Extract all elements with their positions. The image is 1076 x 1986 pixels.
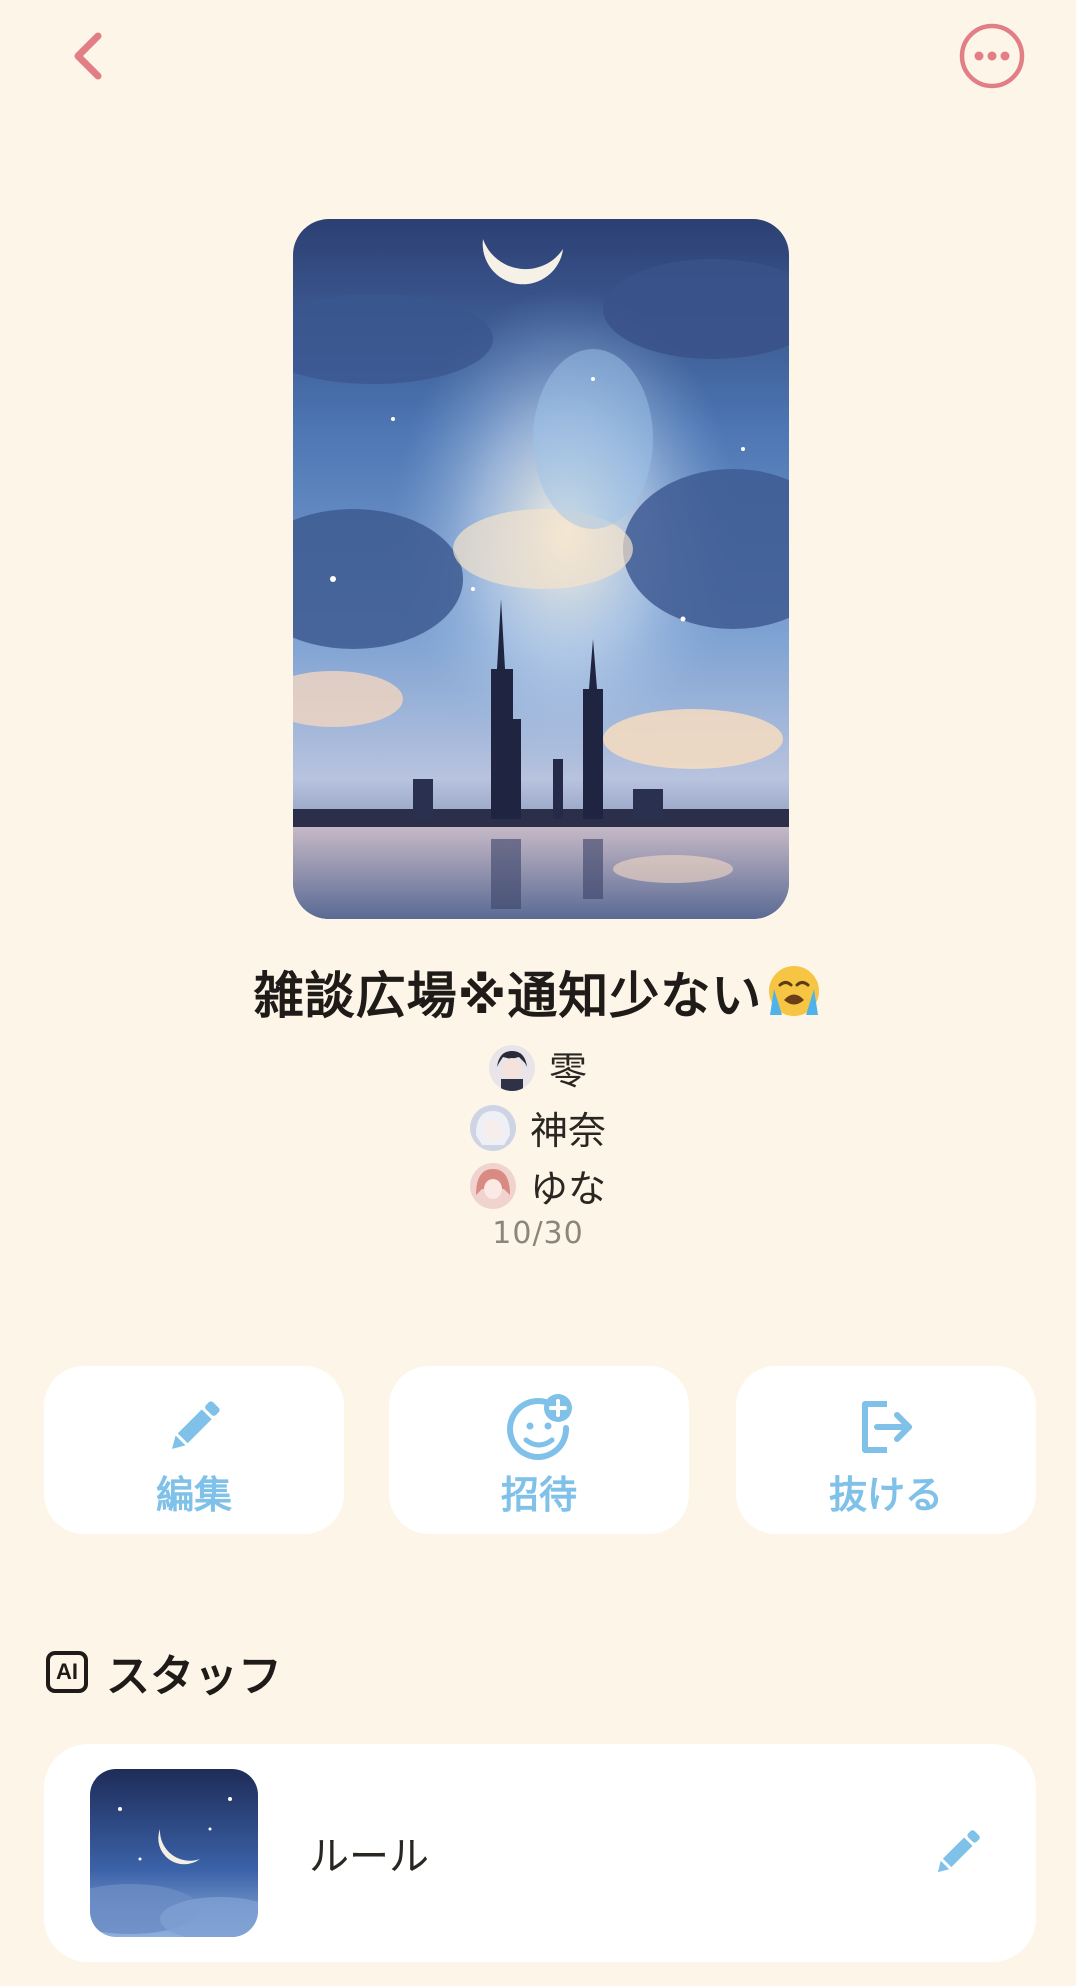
exit-icon	[862, 1401, 912, 1453]
ai-badge-icon: AI	[46, 1651, 88, 1693]
leave-button[interactable]: 抜ける	[736, 1366, 1036, 1534]
back-button[interactable]	[58, 26, 118, 86]
avatar	[469, 1162, 516, 1209]
member-row[interactable]: ゆな	[0, 1158, 1076, 1213]
member-name: 零	[548, 1049, 587, 1093]
pencil-icon[interactable]	[926, 1822, 988, 1884]
invite-label: 招待	[500, 1473, 577, 1517]
member-count: 10/30	[492, 1216, 584, 1251]
group-title-text: 雑談広場※通知少ない	[253, 967, 763, 1025]
leave-label: 抜ける	[828, 1473, 943, 1517]
more-options-button[interactable]	[958, 22, 1026, 90]
staff-section-header: AI スタッフ	[46, 1640, 282, 1704]
group-title: 雑談広場※通知少ない	[0, 956, 1076, 1028]
section-title: スタッフ	[106, 1651, 282, 1702]
avatar	[469, 1104, 516, 1151]
edit-button[interactable]: 編集	[44, 1366, 344, 1534]
chevron-left-icon	[74, 32, 102, 80]
crying-face-emoji-icon	[769, 966, 820, 1016]
more-horizontal-icon	[959, 23, 1025, 89]
staff-item-label: ルール	[309, 1834, 429, 1880]
invite-face-plus-icon	[507, 1394, 572, 1460]
member-row[interactable]: 零	[0, 1040, 1076, 1095]
member-name: ゆな	[529, 1167, 606, 1211]
member-row[interactable]: 神奈	[0, 1100, 1076, 1155]
edit-label: 編集	[155, 1473, 232, 1517]
avatar	[488, 1044, 535, 1091]
group-cover-image[interactable]	[293, 219, 789, 919]
staff-item-rules[interactable]: ルール	[44, 1744, 1036, 1962]
pencil-icon	[172, 1401, 220, 1449]
invite-button[interactable]: 招待	[389, 1366, 689, 1534]
group-detail-page: 雑談広場※通知少ない 零 神奈 ゆな 10/30 編集 招待 抜ける AI スタ…	[0, 0, 1076, 1986]
staff-thumbnail	[90, 1769, 258, 1937]
member-name: 神奈	[529, 1109, 606, 1153]
night-city-illustration	[293, 219, 789, 919]
